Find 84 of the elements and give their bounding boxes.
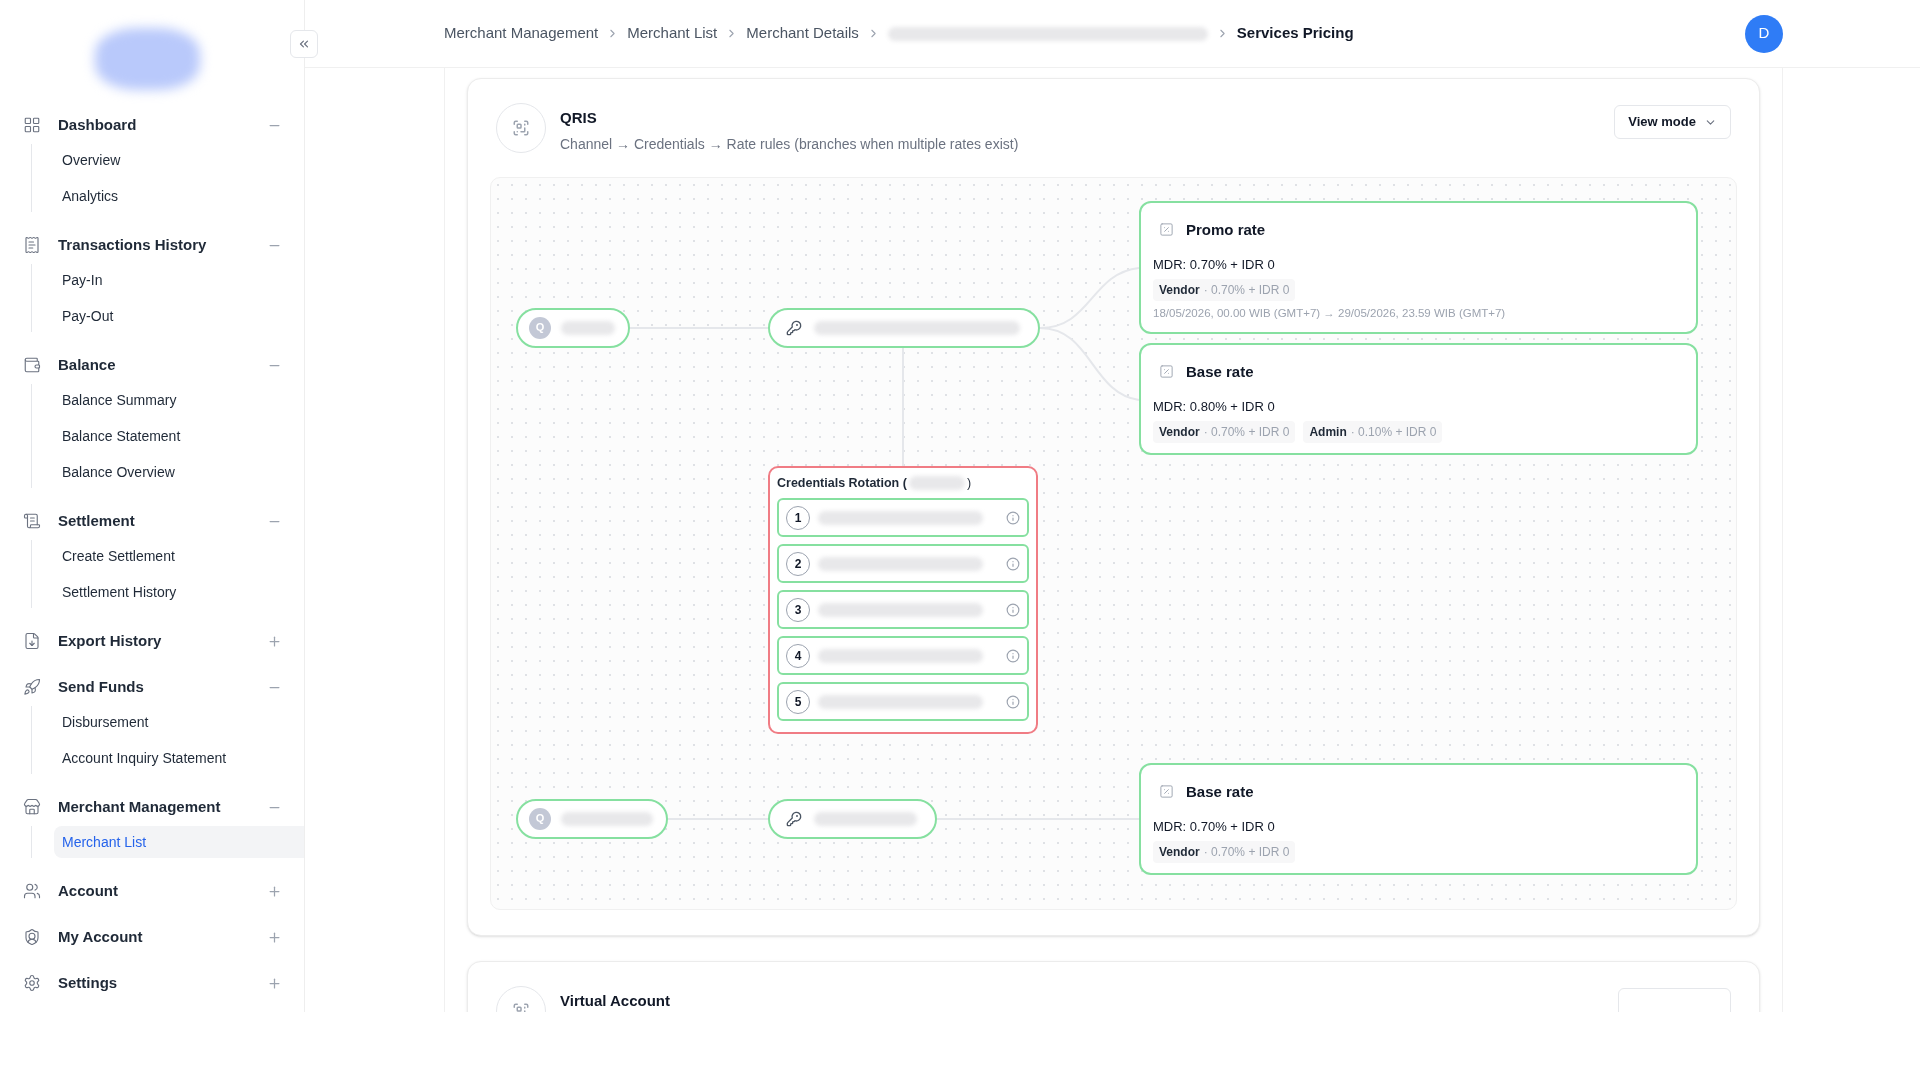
menu-group[interactable]: Send Funds	[58, 675, 144, 699]
credential-node[interactable]	[768, 307, 1040, 348]
menu-icon	[23, 678, 41, 696]
menu-icon	[23, 512, 41, 530]
expand-icon[interactable]	[267, 929, 282, 945]
rotation-title-end: )	[966, 474, 972, 492]
menu-icon	[23, 798, 41, 816]
menu-icon	[23, 928, 41, 946]
fee-value: · 0.10% + IDR 0	[1350, 423, 1437, 441]
credential-node[interactable]	[768, 798, 937, 839]
percent-icon	[1159, 222, 1174, 238]
menu-icon	[23, 974, 41, 992]
breadcrumb-current: Services Pricing	[1236, 23, 1354, 44]
menu-item[interactable]: Settlement History	[54, 576, 304, 608]
menu-icon	[23, 236, 41, 254]
menu-group[interactable]: Balance	[58, 353, 116, 377]
expand-icon[interactable]	[267, 883, 282, 899]
breadcrumb-link[interactable]: Merchant List	[627, 22, 718, 45]
menu-group[interactable]: Settings	[58, 971, 118, 995]
menu-item[interactable]: Disbursement	[54, 706, 304, 738]
menu-group[interactable]: Settlement	[58, 509, 135, 533]
qr-scan-icon	[512, 119, 530, 137]
view-mode-dropdown[interactable]: View mode	[1614, 105, 1731, 139]
menu-item[interactable]: Analytics	[54, 180, 304, 212]
expand-icon[interactable]	[267, 975, 282, 991]
credential-row[interactable]: 1	[777, 498, 1029, 538]
credential-row[interactable]: 4	[777, 636, 1029, 676]
menu-icon	[23, 632, 41, 650]
percent-icon	[1159, 364, 1174, 380]
service-title: Virtual Account	[560, 990, 671, 1011]
key-icon	[786, 319, 802, 336]
info-icon[interactable]	[1006, 556, 1020, 571]
info-icon[interactable]	[1006, 602, 1020, 617]
channel-avatar: Q	[529, 316, 551, 339]
mdr-text: MDR: 0.70% + IDR 0	[1153, 256, 1276, 274]
period-text: 18/05/2026, 00.00 WIB (GMT+7) → 29/05/2026, 23.59 WIB (GMT+7)	[1153, 305, 1507, 321]
service-subtitle: Channel → Credentials → Rate rules (branches when multiple rates exist)	[560, 134, 1019, 154]
menu-item[interactable]: Merchant List	[54, 826, 304, 858]
rate-title: Promo rate	[1186, 219, 1266, 240]
menu-item[interactable]: Create Settlement	[54, 540, 304, 572]
menu-item[interactable]: Pay-In	[54, 264, 304, 296]
fee-name: Admin	[1309, 423, 1347, 441]
service-title: QRIS	[560, 108, 598, 128]
menu-item[interactable]: Overview	[54, 144, 304, 176]
fee-name: Vendor	[1159, 281, 1200, 299]
fee-value: · 0.70% + IDR 0	[1203, 423, 1290, 441]
breadcrumb-link[interactable]: Merchant Management	[444, 22, 599, 45]
menu-group[interactable]: Export History	[58, 629, 162, 653]
channel-avatar: Q	[529, 807, 551, 830]
percent-icon	[1159, 784, 1174, 800]
mdr-text: MDR: 0.80% + IDR 0	[1153, 398, 1276, 416]
collapse-sidebar-button[interactable]	[290, 30, 318, 58]
mdr-text: MDR: 0.70% + IDR 0	[1153, 818, 1276, 836]
fee-name: Vendor	[1159, 423, 1200, 441]
rotation-title: Credentials Rotation (	[777, 474, 907, 492]
expand-icon[interactable]	[267, 633, 282, 649]
credential-row[interactable]: 2	[777, 544, 1029, 584]
user-avatar[interactable]: D	[1745, 14, 1783, 53]
rate-title: Base rate	[1186, 781, 1254, 802]
fee-name: Vendor	[1159, 843, 1200, 861]
menu-item[interactable]: Balance Statement	[54, 420, 304, 452]
menu-item[interactable]: Pay-Out	[54, 300, 304, 332]
breadcrumb-link[interactable]: Merchant Details	[746, 22, 859, 45]
menu-item[interactable]: Account Inquiry Statement	[54, 742, 304, 774]
info-icon[interactable]	[1006, 510, 1020, 525]
fee-value: · 0.70% + IDR 0	[1203, 281, 1290, 299]
key-icon	[786, 810, 802, 827]
credential-row[interactable]: 3	[777, 590, 1029, 630]
rate-title: Base rate	[1186, 361, 1254, 382]
menu-icon	[23, 116, 41, 134]
credential-row[interactable]: 5	[777, 682, 1029, 722]
collapse-icon	[297, 37, 311, 51]
menu-item[interactable]: Balance Overview	[54, 456, 304, 488]
menu-icon	[23, 356, 41, 374]
menu-group[interactable]: Account	[58, 879, 118, 903]
menu-group[interactable]: My Account	[58, 925, 143, 949]
menu-group[interactable]: Merchant Management	[58, 795, 221, 819]
info-icon[interactable]	[1006, 694, 1020, 709]
menu-icon	[23, 882, 41, 900]
menu-group[interactable]: Dashboard	[58, 113, 137, 137]
menu-group[interactable]: Transactions History	[58, 233, 207, 257]
menu-item[interactable]: Balance Summary	[54, 384, 304, 416]
fee-value: · 0.70% + IDR 0	[1203, 843, 1290, 861]
info-icon[interactable]	[1006, 648, 1020, 663]
